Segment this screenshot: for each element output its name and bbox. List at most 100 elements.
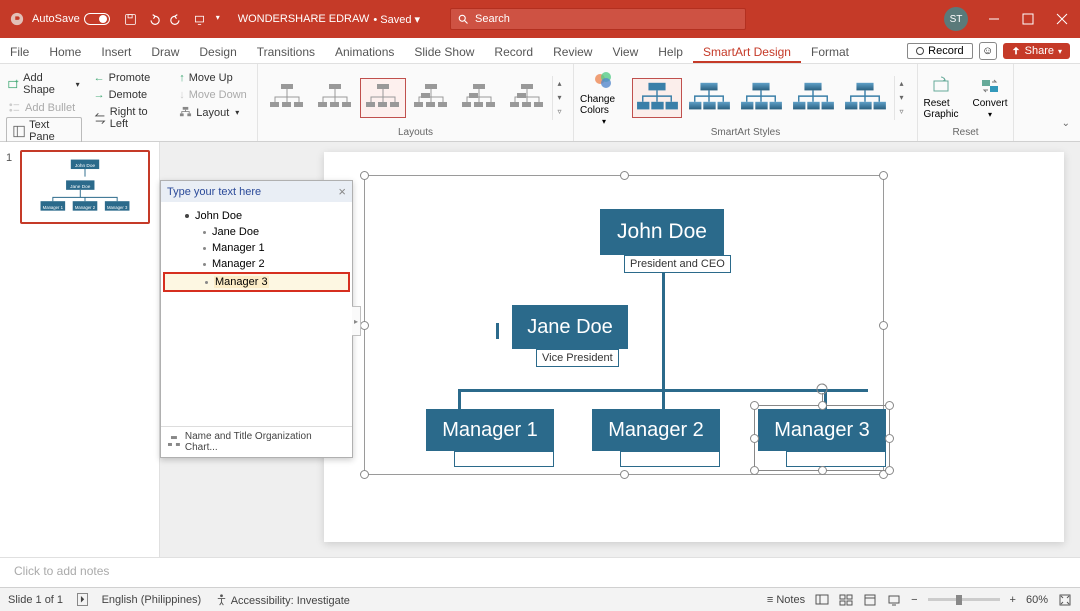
menu-tab-draw[interactable]: Draw	[141, 45, 189, 63]
record-button[interactable]: Record	[907, 43, 972, 59]
tp-item-m2[interactable]: Manager 2	[203, 256, 346, 272]
org-node-root[interactable]: John Doe	[600, 209, 724, 255]
menu-tab-format[interactable]: Format	[801, 45, 859, 63]
layout-option-1[interactable]	[264, 78, 310, 118]
add-shape-button[interactable]: Add Shape▾	[6, 70, 82, 98]
menu-tab-help[interactable]: Help	[648, 45, 693, 63]
layout-button[interactable]: Layout▾	[177, 104, 251, 121]
zoom-level[interactable]: 60%	[1026, 594, 1048, 606]
org-node-assist[interactable]: Jane Doe	[512, 305, 628, 349]
menu-tab-view[interactable]: View	[602, 45, 648, 63]
maximize-button[interactable]	[1020, 11, 1036, 27]
layout-icon	[179, 106, 192, 119]
slide-canvas[interactable]: John Doe President and CEO Jane Doe Vice…	[324, 152, 1064, 542]
node-handle[interactable]	[885, 401, 894, 410]
zoom-in[interactable]: +	[1010, 594, 1016, 606]
text-pane-close[interactable]: ×	[338, 184, 346, 199]
rotate-handle[interactable]	[816, 382, 828, 394]
ribbon-collapse[interactable]: ⌄	[1062, 118, 1070, 129]
style-option-2[interactable]	[684, 78, 734, 118]
org-title-assist[interactable]: Vice President	[536, 349, 619, 367]
style-option-5[interactable]	[840, 78, 890, 118]
tp-item-m3-highlighted[interactable]: Manager 3	[163, 272, 350, 292]
zoom-slider[interactable]	[928, 598, 1000, 601]
sorter-view-icon[interactable]	[839, 593, 853, 607]
demote-button[interactable]: →Demote	[92, 87, 168, 103]
node-handle[interactable]	[818, 401, 827, 410]
menu-tab-smartart-design[interactable]: SmartArt Design	[693, 45, 801, 63]
org-title-root[interactable]: President and CEO	[624, 255, 731, 273]
convert-button[interactable]: Convert▾	[973, 75, 1008, 120]
layout-option-6[interactable]	[504, 78, 550, 118]
slide-counter[interactable]: Slide 1 of 1	[8, 594, 63, 606]
qat-dropdown[interactable]: ▾	[216, 13, 220, 26]
redo-icon[interactable]	[170, 13, 183, 26]
menu-tab-insert[interactable]: Insert	[91, 45, 141, 63]
node-handle[interactable]	[750, 401, 759, 410]
node-handle[interactable]	[750, 466, 759, 475]
menu-tab-transitions[interactable]: Transitions	[247, 45, 325, 63]
style-option-1[interactable]	[632, 78, 682, 118]
minimize-button[interactable]	[986, 11, 1002, 27]
node-handle[interactable]	[750, 434, 759, 443]
toggle-switch[interactable]	[84, 13, 110, 25]
reading-view-icon[interactable]	[863, 593, 877, 607]
text-pane-collapse[interactable]: ▸	[352, 306, 361, 336]
menu-tab-home[interactable]: Home	[39, 45, 91, 63]
slide-1-thumbnail[interactable]: John Doe Jane Doe Manager 1 Manager 2 Ma…	[20, 150, 150, 224]
layout-option-4[interactable]	[408, 78, 454, 118]
undo-icon[interactable]	[147, 13, 160, 26]
normal-view-icon[interactable]	[815, 593, 829, 607]
language-status[interactable]: English (Philippines)	[102, 594, 202, 606]
saved-status[interactable]: • Saved ▾	[373, 13, 420, 26]
menu-tab-design[interactable]: Design	[189, 45, 246, 63]
text-pane-button[interactable]: Text Pane	[6, 117, 82, 145]
node-handle[interactable]	[818, 466, 827, 475]
accessibility-icon	[215, 593, 228, 606]
close-button[interactable]	[1054, 11, 1070, 27]
move-up-button[interactable]: ↑Move Up	[177, 70, 251, 86]
autosave-toggle[interactable]: AutoSave	[32, 13, 110, 25]
notes-toggle[interactable]: ≡ Notes	[767, 594, 805, 606]
notes-pane[interactable]: Click to add notes	[0, 557, 1080, 587]
org-node-m2[interactable]: Manager 2	[592, 409, 720, 451]
layouts-more[interactable]: ▴▾▿	[552, 76, 566, 120]
tp-item-m1[interactable]: Manager 1	[203, 240, 346, 256]
ribbon: Add Shape▾ Add Bullet Text Pane ←Promote…	[0, 64, 1080, 142]
tp-item-assist[interactable]: Jane Doe	[203, 224, 346, 240]
share-button[interactable]: Share▾	[1003, 43, 1070, 59]
node-handle[interactable]	[885, 466, 894, 475]
slideshow-view-icon[interactable]	[887, 593, 901, 607]
feedback-button[interactable]: ☺	[979, 42, 997, 60]
reset-graphic-button[interactable]: Reset Graphic	[923, 75, 958, 120]
spell-check-icon[interactable]: ⏵	[77, 593, 88, 606]
menu-tab-file[interactable]: File	[0, 45, 39, 63]
fit-window-icon[interactable]	[1058, 593, 1072, 607]
style-option-4[interactable]	[788, 78, 838, 118]
menu-tab-slide-show[interactable]: Slide Show	[404, 45, 484, 63]
search-box[interactable]: Search	[450, 8, 746, 30]
accessibility-status[interactable]: Accessibility: Investigate	[215, 593, 350, 607]
style-option-3[interactable]	[736, 78, 786, 118]
start-icon[interactable]	[193, 13, 206, 26]
user-avatar[interactable]: ST	[944, 7, 968, 31]
promote-button[interactable]: ←Promote	[92, 70, 168, 86]
change-colors-button[interactable]: Change Colors▾	[580, 69, 628, 126]
layout-option-2[interactable]	[312, 78, 358, 118]
layout-option-5[interactable]	[456, 78, 502, 118]
menu-tab-review[interactable]: Review	[543, 45, 602, 63]
node-handle[interactable]	[885, 434, 894, 443]
layout-option-3[interactable]	[360, 78, 406, 118]
zoom-out[interactable]: −	[911, 594, 917, 606]
tp-item-root[interactable]: John Doe	[185, 208, 346, 224]
save-icon[interactable]	[124, 13, 137, 26]
menu-tab-animations[interactable]: Animations	[325, 45, 404, 63]
styles-more[interactable]: ▴▾▿	[894, 76, 908, 120]
share-icon	[1011, 46, 1021, 56]
smartart-container[interactable]: John Doe President and CEO Jane Doe Vice…	[364, 175, 884, 475]
org-title-m1[interactable]	[454, 451, 554, 467]
org-node-m1[interactable]: Manager 1	[426, 409, 554, 451]
rtl-button[interactable]: Right to Left	[92, 104, 168, 132]
menu-tab-record[interactable]: Record	[484, 45, 543, 63]
org-title-m2[interactable]	[620, 451, 720, 467]
